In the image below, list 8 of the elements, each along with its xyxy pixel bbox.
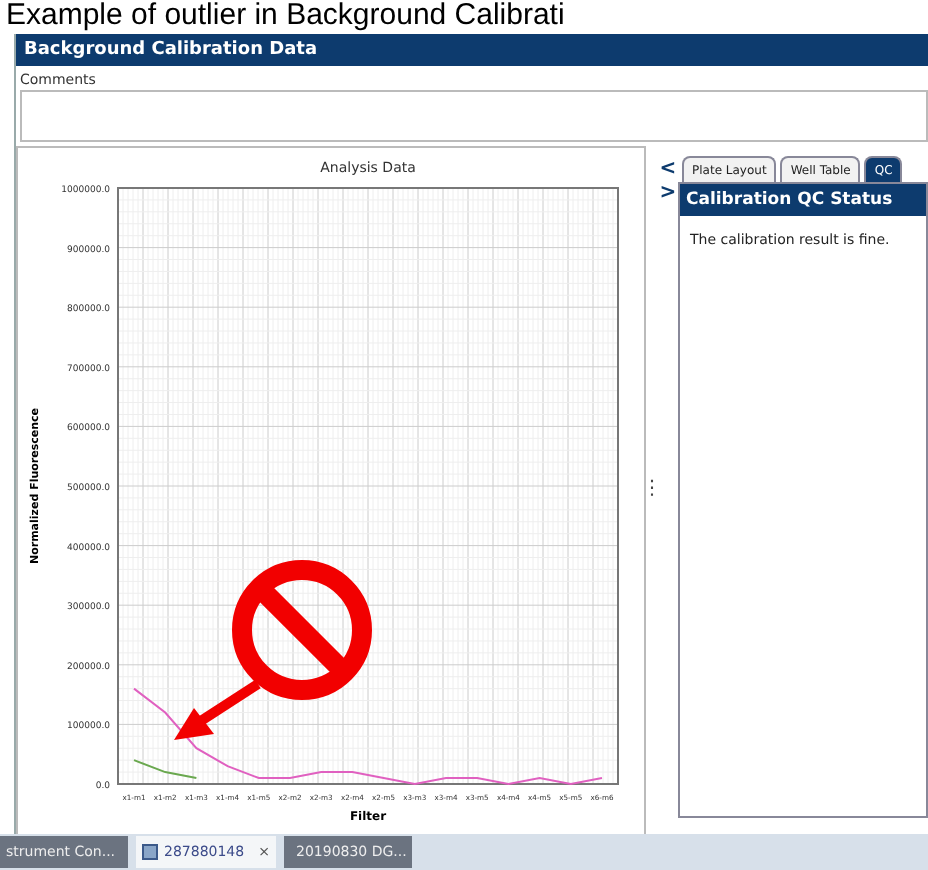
section-title: Calibration QC Status bbox=[680, 184, 926, 216]
comments-field[interactable] bbox=[20, 90, 928, 142]
page-heading: Example of outlier in Background Calibrati bbox=[6, 0, 565, 34]
window-title: Background Calibration Data bbox=[16, 34, 928, 66]
splitter-handle[interactable]: ⋮ bbox=[642, 480, 662, 500]
chevron-left-icon[interactable]: < bbox=[658, 158, 678, 182]
window-icon bbox=[142, 844, 158, 860]
chevron-right-icon[interactable]: > bbox=[658, 182, 678, 834]
